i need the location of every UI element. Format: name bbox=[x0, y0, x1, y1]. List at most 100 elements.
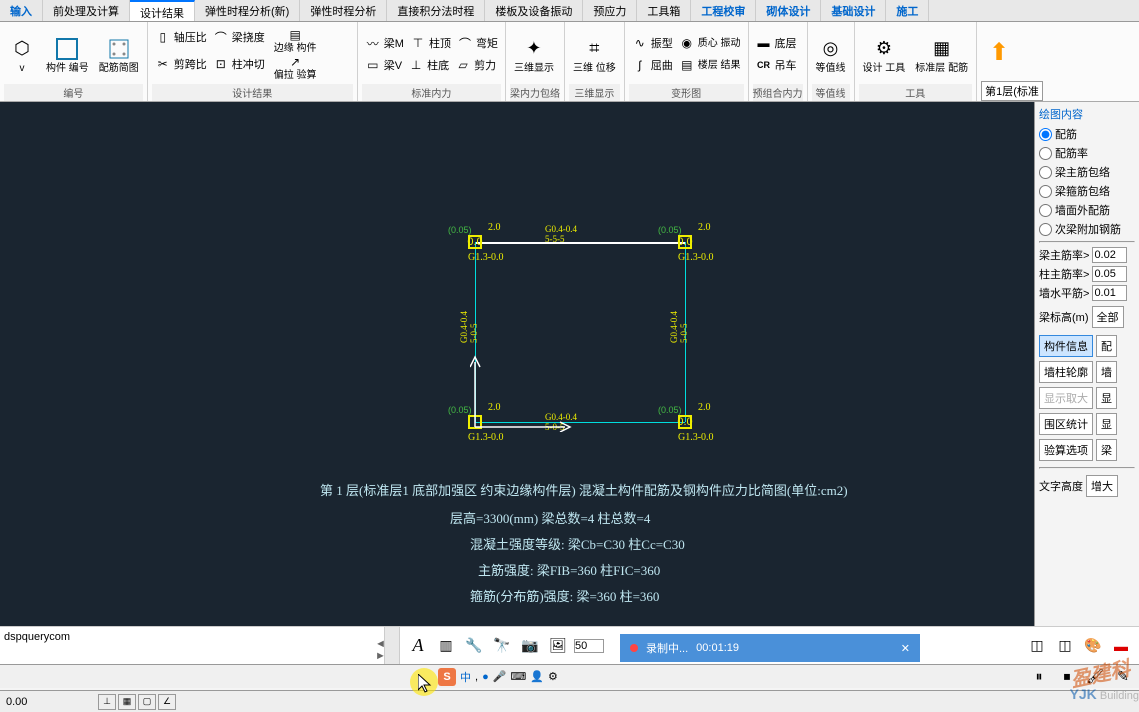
tab-input[interactable]: 输入 bbox=[0, 0, 43, 21]
tab-preprocess[interactable]: 前处理及计算 bbox=[43, 0, 130, 21]
btn-show[interactable]: 显 bbox=[1096, 387, 1117, 409]
angle-btn[interactable]: ∠ bbox=[158, 694, 176, 710]
input-col-ratio[interactable] bbox=[1092, 266, 1127, 282]
btn-bend[interactable]: ⌒弯矩 bbox=[454, 33, 501, 53]
btn-pei[interactable]: 配 bbox=[1096, 335, 1117, 357]
ime-settings-icon[interactable]: ⚙ bbox=[548, 670, 558, 683]
radio-beam-stirrup[interactable]: 梁箍筋包络 bbox=[1039, 183, 1135, 199]
btn-show2[interactable]: 显 bbox=[1096, 413, 1117, 435]
close-icon[interactable]: ✕ bbox=[901, 642, 910, 655]
btn-std[interactable]: ▦标准层 配筋 bbox=[911, 24, 972, 84]
btn-shear2[interactable]: ▱剪力 bbox=[452, 55, 499, 75]
ime-kb-icon[interactable]: ⌨ bbox=[510, 670, 526, 683]
layer-select[interactable]: 第1层(标准 bbox=[981, 81, 1043, 101]
tab-floor-vib[interactable]: 楼板及设备振动 bbox=[485, 0, 583, 21]
tab-prestress[interactable]: 预应力 bbox=[583, 0, 637, 21]
btn-enlarge[interactable]: 增大 bbox=[1086, 475, 1118, 497]
btn-col-shear[interactable]: ⊡柱冲切 bbox=[210, 54, 268, 74]
btn-isoline[interactable]: ◎等值线 bbox=[812, 24, 850, 84]
radio-wall-out[interactable]: 墙面外配筋 bbox=[1039, 202, 1135, 218]
btn-col-bot[interactable]: ⊥柱底 bbox=[405, 55, 452, 75]
btn-rebar-diagram[interactable]: 配筋简图 bbox=[95, 24, 143, 84]
tab-masonry[interactable]: 砌体设计 bbox=[756, 0, 821, 21]
ortho-btn[interactable]: ▢ bbox=[138, 694, 156, 710]
ime-lang[interactable]: 中 bbox=[460, 669, 471, 685]
btn-edge[interactable]: ▤边缘 构件 bbox=[268, 27, 323, 54]
btn-show-max[interactable]: 显示取大 bbox=[1039, 387, 1093, 409]
shear2-icon: ▱ bbox=[455, 57, 471, 73]
btn-tool[interactable]: ⚙设计 工具 bbox=[859, 24, 910, 84]
btn-3dpos[interactable]: ⌗三维 位移 bbox=[569, 24, 620, 84]
tab-review[interactable]: 工程校审 bbox=[691, 0, 756, 21]
coord-display: 0.00 bbox=[6, 696, 96, 708]
btn-check-opt[interactable]: 验算选项 bbox=[1039, 439, 1093, 461]
input-beam-ratio[interactable] bbox=[1092, 247, 1127, 263]
radio-ratio[interactable]: 配筋率 bbox=[1039, 145, 1135, 161]
btn-zone-stat[interactable]: 围区统计 bbox=[1039, 413, 1093, 435]
number-icon bbox=[53, 35, 81, 63]
tab-elastic-new[interactable]: 弹性时程分析(新) bbox=[195, 0, 300, 21]
label-text-height: 文字高度 bbox=[1039, 478, 1083, 494]
btn-wall[interactable]: 墙 bbox=[1096, 361, 1117, 383]
tab-elastic[interactable]: 弹性时程分析 bbox=[300, 0, 387, 21]
text-tool-icon[interactable]: A bbox=[406, 634, 430, 658]
btn-member-num[interactable]: 构件 编号 bbox=[42, 24, 93, 84]
hexagon-icon: ⬡ bbox=[8, 35, 36, 63]
shear-icon: ✂ bbox=[155, 56, 171, 72]
zoom-input[interactable] bbox=[574, 639, 604, 653]
image-icon[interactable]: 🖼 bbox=[546, 634, 570, 658]
btn-3d-display[interactable]: ✦三维显示 bbox=[510, 24, 558, 84]
binoculars-icon[interactable]: 🔭 bbox=[490, 634, 514, 658]
ime-dot[interactable]: ● bbox=[482, 671, 489, 683]
grid-btn[interactable]: ▦ bbox=[118, 694, 136, 710]
btn-bottom[interactable]: ▬底层 bbox=[753, 33, 803, 53]
node-br: 0.0 bbox=[678, 415, 692, 429]
btn-shear-span[interactable]: ✂剪跨比 bbox=[152, 54, 210, 74]
btn-crane[interactable]: CR吊车 bbox=[753, 55, 803, 75]
tab-design-result[interactable]: 设计结果 bbox=[130, 0, 195, 21]
drawing-canvas[interactable]: 0.0 (0.05) 2.0 G1.3-0.0 0.0 (0.05) 2.0 G… bbox=[0, 102, 1034, 626]
btn-func[interactable]: ⬡v bbox=[4, 24, 40, 84]
node-tr-g: (0.05) bbox=[658, 225, 682, 235]
group-label: 工具 bbox=[859, 84, 973, 101]
node-tl-c: G1.3-0.0 bbox=[468, 252, 504, 263]
tab-construct[interactable]: 施工 bbox=[886, 0, 929, 21]
main-tabs: 输入 前处理及计算 设计结果 弹性时程分析(新) 弹性时程分析 直接积分法时程 … bbox=[0, 0, 1139, 22]
snap-btn[interactable]: ⊥ bbox=[98, 694, 116, 710]
btn-eccen[interactable]: ↗偏拉 验算 bbox=[268, 54, 323, 81]
tab-direct-int[interactable]: 直接积分法时程 bbox=[387, 0, 485, 21]
tab-foundation[interactable]: 基础设计 bbox=[821, 0, 886, 21]
input-wall-horiz[interactable] bbox=[1092, 285, 1127, 301]
radio-sec-beam[interactable]: 次梁附加钢筋 bbox=[1039, 221, 1135, 237]
btn-cent[interactable]: ◉质心 振动 bbox=[676, 33, 744, 53]
ime-punct[interactable]: , bbox=[475, 671, 478, 683]
btn-beam-m[interactable]: 〰梁M bbox=[362, 33, 407, 53]
btn-floor-res[interactable]: ▤楼层 结果 bbox=[676, 55, 744, 75]
pause-icon[interactable]: ⏸ bbox=[1027, 665, 1051, 689]
btn-member-info[interactable]: 构件信息 bbox=[1039, 335, 1093, 357]
btn-col-top[interactable]: ⊤柱顶 bbox=[407, 33, 454, 53]
ime-mic-icon[interactable]: 🎤 bbox=[493, 670, 507, 683]
btn-beam-elev[interactable]: 全部 bbox=[1092, 306, 1124, 328]
ime-person-icon[interactable]: 👤 bbox=[530, 670, 544, 683]
radio-rebar[interactable]: 配筋 bbox=[1039, 126, 1135, 142]
recording-bar[interactable]: 录制中... 00:01:19 ✕ bbox=[620, 634, 920, 662]
btn-beam-v[interactable]: ▭梁V bbox=[362, 55, 405, 75]
btn-wall-outline[interactable]: 墙柱轮廓 bbox=[1039, 361, 1093, 383]
group-label: 编号 bbox=[4, 84, 143, 101]
camera-icon[interactable]: 📷 bbox=[518, 634, 542, 658]
btn-buckle[interactable]: ʃ屈曲 bbox=[629, 55, 676, 75]
cube-icon[interactable]: ◫ bbox=[1025, 634, 1049, 658]
tab-toolbox[interactable]: 工具箱 bbox=[637, 0, 691, 21]
cube2-icon[interactable]: ◫ bbox=[1053, 634, 1077, 658]
palette-icon[interactable]: 🎨 bbox=[1081, 634, 1105, 658]
wrench-icon[interactable]: 🔧 bbox=[462, 634, 486, 658]
btn-up[interactable]: ⬆ bbox=[981, 24, 1017, 81]
btn-beam2[interactable]: 梁 bbox=[1096, 439, 1117, 461]
sogou-icon[interactable]: S bbox=[438, 668, 456, 686]
btn-mode[interactable]: ∿振型 bbox=[629, 33, 676, 53]
btn-axis-ratio[interactable]: ▯轴压比 bbox=[152, 27, 210, 47]
radio-beam-main[interactable]: 梁主筋包络 bbox=[1039, 164, 1135, 180]
btn-beam-deflect[interactable]: ⌒梁挠度 bbox=[210, 27, 268, 47]
layers-icon[interactable]: ▥ bbox=[434, 634, 458, 658]
